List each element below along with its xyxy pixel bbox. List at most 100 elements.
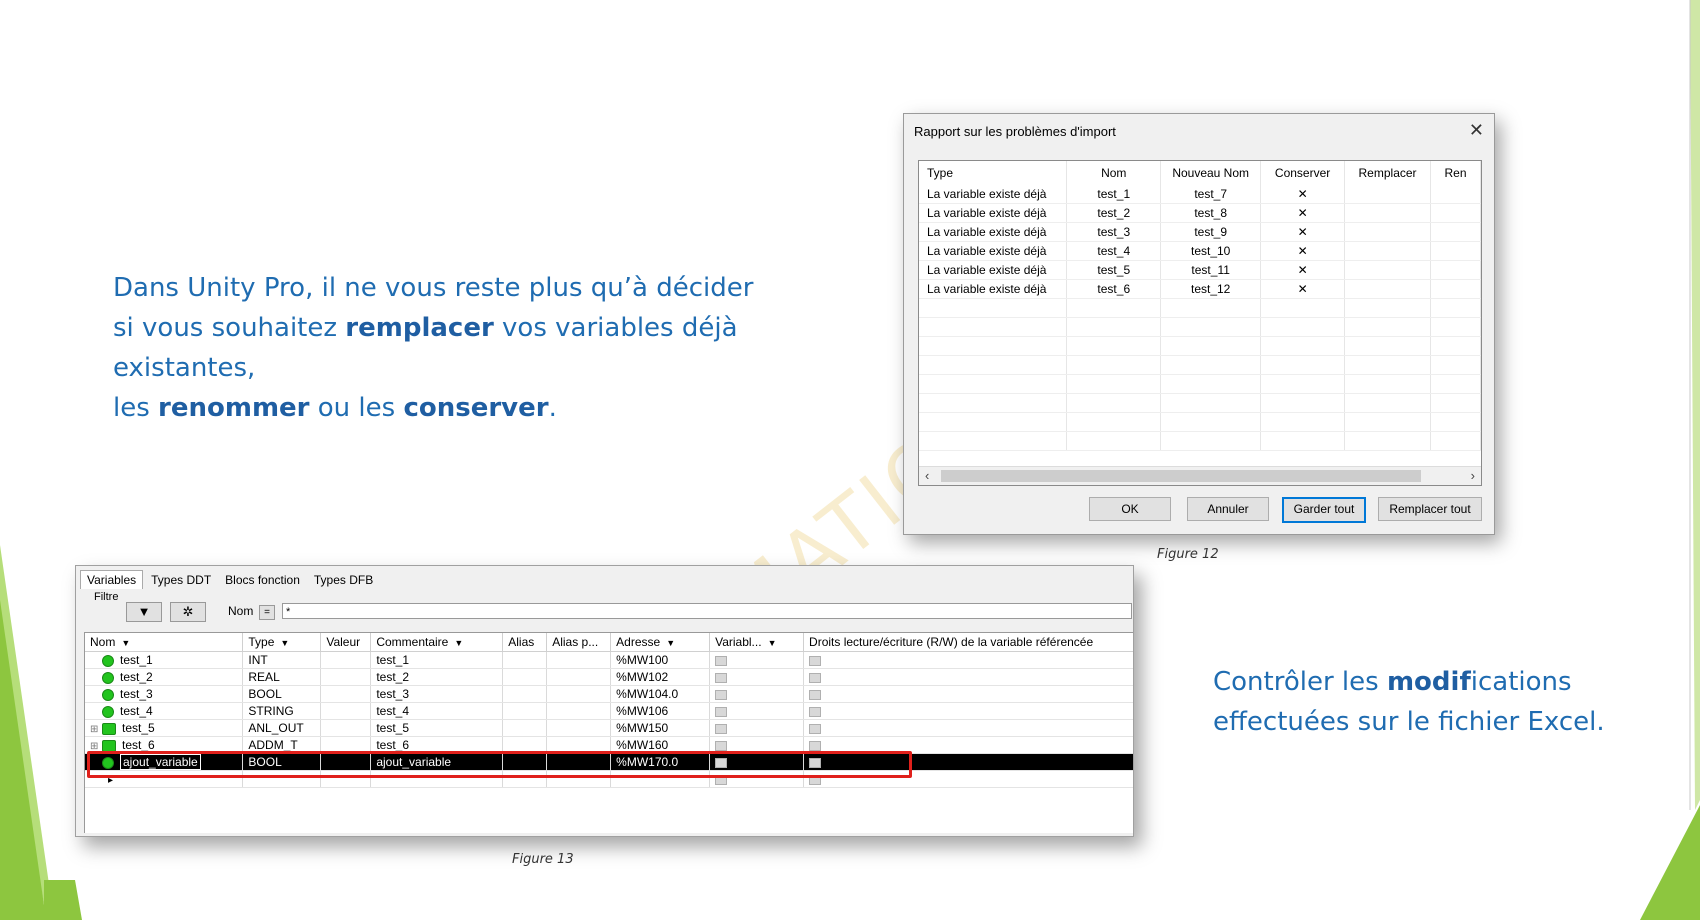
column-header[interactable]: Type ▼ bbox=[242, 633, 322, 652]
comment-cell[interactable]: test_3 bbox=[370, 685, 504, 703]
checkbox[interactable] bbox=[809, 706, 822, 717]
checkbox[interactable] bbox=[809, 655, 822, 666]
variable-checkbox-cell[interactable] bbox=[709, 668, 805, 686]
column-header[interactable]: Ren bbox=[1430, 161, 1481, 185]
checkbox[interactable] bbox=[809, 689, 822, 700]
table-row[interactable]: La variable existe déjà test_3 test_9 ✕ bbox=[919, 222, 1481, 242]
name-filter-input[interactable]: * bbox=[282, 603, 1132, 619]
table-row[interactable]: test_3 BOOL test_3 %MW104.0 bbox=[85, 685, 1133, 703]
comment-cell[interactable]: test_4 bbox=[370, 702, 504, 720]
rw-rights-cell[interactable] bbox=[803, 719, 1133, 737]
comment-cell[interactable]: test_1 bbox=[370, 651, 504, 669]
sort-dropdown-icon[interactable]: ▼ bbox=[768, 638, 777, 648]
rename-choice-cell[interactable] bbox=[1430, 260, 1481, 280]
equals-toggle-button[interactable]: = bbox=[259, 605, 275, 620]
column-header[interactable]: Valeur bbox=[320, 633, 372, 652]
table-row[interactable]: test_2 REAL test_2 %MW102 bbox=[85, 668, 1133, 686]
comment-cell[interactable]: test_2 bbox=[370, 668, 504, 686]
value-cell[interactable] bbox=[320, 685, 372, 703]
column-header[interactable]: Adresse ▼ bbox=[610, 633, 711, 652]
keep-all-button[interactable]: Garder tout bbox=[1282, 497, 1366, 523]
ok-button[interactable]: OK bbox=[1089, 497, 1171, 521]
tab-types-ddt[interactable]: Types DDT bbox=[145, 571, 217, 589]
variable-name-cell[interactable]: test_1 bbox=[85, 651, 244, 669]
close-icon[interactable]: ✕ bbox=[1469, 120, 1484, 141]
rw-rights-cell[interactable] bbox=[803, 651, 1133, 669]
checkbox[interactable] bbox=[809, 672, 822, 683]
keep-choice-cell[interactable]: ✕ bbox=[1260, 203, 1346, 223]
tab-blocs-fonction[interactable]: Blocs fonction bbox=[219, 571, 306, 589]
type-cell[interactable]: ANL_OUT bbox=[242, 719, 322, 737]
address-cell[interactable]: %MW102 bbox=[610, 668, 711, 686]
address-cell[interactable]: %MW104.0 bbox=[610, 685, 711, 703]
checkbox[interactable] bbox=[809, 740, 822, 751]
alias-parent-cell[interactable] bbox=[546, 719, 612, 737]
comment-cell[interactable]: test_5 bbox=[370, 719, 504, 737]
alias-cell[interactable] bbox=[502, 702, 548, 720]
value-cell[interactable] bbox=[320, 668, 372, 686]
filter-icon[interactable]: ▼ bbox=[126, 602, 162, 622]
variable-checkbox-cell[interactable] bbox=[709, 651, 805, 669]
expand-icon[interactable]: ⊞ bbox=[90, 724, 102, 735]
keep-choice-cell[interactable]: ✕ bbox=[1260, 222, 1346, 242]
checkbox[interactable] bbox=[715, 723, 728, 734]
scroll-right-icon[interactable]: › bbox=[1471, 468, 1475, 483]
type-cell[interactable]: REAL bbox=[242, 668, 322, 686]
type-cell[interactable]: INT bbox=[242, 651, 322, 669]
variable-checkbox-cell[interactable] bbox=[709, 719, 805, 737]
keep-choice-cell[interactable]: ✕ bbox=[1260, 279, 1346, 299]
scroll-left-icon[interactable]: ‹ bbox=[925, 468, 929, 483]
address-cell[interactable]: %MW106 bbox=[610, 702, 711, 720]
column-header[interactable]: Nouveau Nom bbox=[1160, 161, 1262, 185]
variable-checkbox-cell[interactable] bbox=[709, 685, 805, 703]
address-cell[interactable]: %MW100 bbox=[610, 651, 711, 669]
replace-choice-cell[interactable] bbox=[1344, 203, 1432, 223]
variable-name-cell[interactable]: ⊞ test_5 bbox=[85, 719, 244, 737]
column-header[interactable]: Remplacer bbox=[1344, 161, 1432, 185]
replace-choice-cell[interactable] bbox=[1344, 279, 1432, 299]
value-cell[interactable] bbox=[320, 719, 372, 737]
column-header[interactable]: Nom bbox=[1066, 161, 1162, 185]
replace-all-button[interactable]: Remplacer tout bbox=[1378, 497, 1482, 521]
column-header[interactable]: Alias p... bbox=[546, 633, 612, 652]
column-header[interactable]: Commentaire ▼ bbox=[370, 633, 504, 652]
checkbox[interactable] bbox=[715, 672, 728, 683]
keep-choice-cell[interactable]: ✕ bbox=[1260, 241, 1346, 261]
replace-choice-cell[interactable] bbox=[1344, 185, 1432, 204]
replace-choice-cell[interactable] bbox=[1344, 222, 1432, 242]
column-header[interactable]: Droits lecture/écriture (R/W) de la vari… bbox=[803, 633, 1133, 652]
alias-parent-cell[interactable] bbox=[546, 668, 612, 686]
rename-choice-cell[interactable] bbox=[1430, 222, 1481, 242]
alias-cell[interactable] bbox=[502, 719, 548, 737]
cancel-button[interactable]: Annuler bbox=[1187, 497, 1269, 521]
value-cell[interactable] bbox=[320, 702, 372, 720]
sort-dropdown-icon[interactable]: ▼ bbox=[666, 638, 675, 648]
checkbox[interactable] bbox=[715, 655, 728, 666]
rename-choice-cell[interactable] bbox=[1430, 203, 1481, 223]
sort-dropdown-icon[interactable]: ▼ bbox=[454, 638, 463, 648]
value-cell[interactable] bbox=[320, 651, 372, 669]
type-cell[interactable]: STRING bbox=[242, 702, 322, 720]
keep-choice-cell[interactable]: ✕ bbox=[1260, 185, 1346, 204]
variable-checkbox-cell[interactable] bbox=[709, 702, 805, 720]
table-row[interactable]: La variable existe déjà test_1 test_7 ✕ bbox=[919, 185, 1481, 204]
variables-grid[interactable]: Nom ▼ Type ▼ Valeur Commentaire ▼ Alias Alias p.… bbox=[84, 632, 1133, 833]
column-header[interactable]: Variabl... ▼ bbox=[709, 633, 805, 652]
column-header[interactable]: Nom ▼ bbox=[85, 633, 244, 652]
rename-choice-cell[interactable] bbox=[1430, 185, 1481, 204]
variable-name-cell[interactable]: test_2 bbox=[85, 668, 244, 686]
table-row[interactable]: ⊞ test_5 ANL_OUT test_5 %MW150 bbox=[85, 719, 1133, 737]
checkbox[interactable] bbox=[715, 740, 728, 751]
sort-dropdown-icon[interactable]: ▼ bbox=[280, 638, 289, 648]
keep-choice-cell[interactable]: ✕ bbox=[1260, 260, 1346, 280]
alias-cell[interactable] bbox=[502, 685, 548, 703]
rename-choice-cell[interactable] bbox=[1430, 241, 1481, 261]
variable-name-cell[interactable]: test_3 bbox=[85, 685, 244, 703]
table-row[interactable]: test_1 INT test_1 %MW100 bbox=[85, 651, 1133, 669]
settings-gear-icon[interactable]: ✲ bbox=[170, 602, 206, 622]
address-cell[interactable]: %MW150 bbox=[610, 719, 711, 737]
horizontal-scrollbar[interactable]: ‹ › bbox=[919, 466, 1481, 485]
table-row[interactable]: La variable existe déjà test_4 test_10 ✕ bbox=[919, 241, 1481, 261]
type-cell[interactable]: BOOL bbox=[242, 685, 322, 703]
alias-cell[interactable] bbox=[502, 651, 548, 669]
